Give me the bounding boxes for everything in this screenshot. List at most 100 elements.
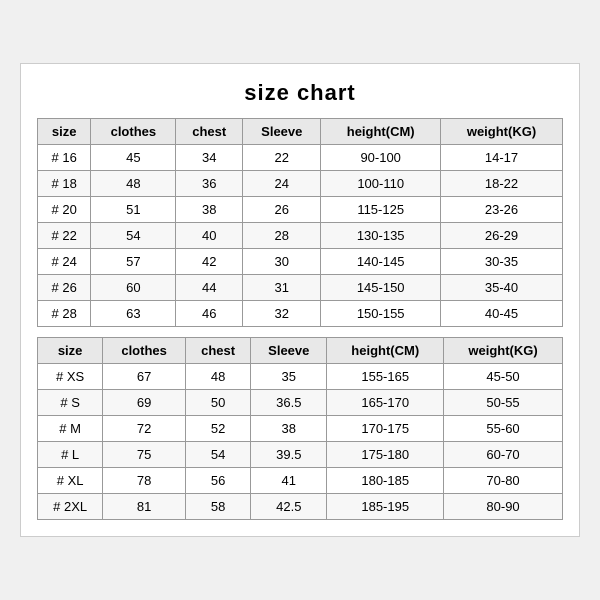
table-cell: # L <box>38 442 103 468</box>
size-table-2: sizeclotheschestSleeveheight(CM)weight(K… <box>37 337 563 520</box>
table-cell: 35 <box>251 364 327 390</box>
table-cell: 42 <box>176 249 243 275</box>
table-cell: 145-150 <box>321 275 441 301</box>
table-cell: 57 <box>91 249 176 275</box>
table-cell: 23-26 <box>441 197 563 223</box>
table-cell: # 26 <box>38 275 91 301</box>
chart-title: size chart <box>37 80 563 106</box>
column-header: clothes <box>91 119 176 145</box>
table-cell: # XL <box>38 468 103 494</box>
table-cell: 24 <box>243 171 321 197</box>
table-cell: 67 <box>103 364 186 390</box>
table-cell: 28 <box>243 223 321 249</box>
column-header: chest <box>185 338 250 364</box>
table-cell: # S <box>38 390 103 416</box>
table-cell: 75 <box>103 442 186 468</box>
column-header: height(CM) <box>321 119 441 145</box>
table-row: # 18483624100-11018-22 <box>38 171 563 197</box>
column-header: size <box>38 119 91 145</box>
table-row: # 2XL815842.5185-19580-90 <box>38 494 563 520</box>
table-cell: 14-17 <box>441 145 563 171</box>
column-header: Sleeve <box>251 338 327 364</box>
table-cell: 52 <box>185 416 250 442</box>
table-cell: 42.5 <box>251 494 327 520</box>
table-row: # S695036.5165-17050-55 <box>38 390 563 416</box>
table-cell: 30-35 <box>441 249 563 275</box>
column-header: Sleeve <box>243 119 321 145</box>
table-cell: 69 <box>103 390 186 416</box>
table-cell: 22 <box>243 145 321 171</box>
table1-header: sizeclotheschestSleeveheight(CM)weight(K… <box>38 119 563 145</box>
table-cell: 26-29 <box>441 223 563 249</box>
table-row: # M725238170-17555-60 <box>38 416 563 442</box>
table-cell: 32 <box>243 301 321 327</box>
table-cell: 38 <box>251 416 327 442</box>
table-row: # 26604431145-15035-40 <box>38 275 563 301</box>
table-row: # XL785641180-18570-80 <box>38 468 563 494</box>
table-row: # 24574230140-14530-35 <box>38 249 563 275</box>
table-cell: # 22 <box>38 223 91 249</box>
table-cell: 45-50 <box>444 364 563 390</box>
table-cell: 58 <box>185 494 250 520</box>
table-cell: 39.5 <box>251 442 327 468</box>
table-cell: 155-165 <box>327 364 444 390</box>
table-cell: 36 <box>176 171 243 197</box>
table-cell: # 2XL <box>38 494 103 520</box>
table-cell: 55-60 <box>444 416 563 442</box>
table-row: # L755439.5175-18060-70 <box>38 442 563 468</box>
table-cell: 60-70 <box>444 442 563 468</box>
table-cell: # 16 <box>38 145 91 171</box>
table-cell: 40 <box>176 223 243 249</box>
table-row: # 1645342290-10014-17 <box>38 145 563 171</box>
table-cell: # 24 <box>38 249 91 275</box>
table-cell: # 18 <box>38 171 91 197</box>
table-cell: 48 <box>185 364 250 390</box>
table-cell: 40-45 <box>441 301 563 327</box>
column-header: clothes <box>103 338 186 364</box>
table-cell: 30 <box>243 249 321 275</box>
table-cell: # 20 <box>38 197 91 223</box>
table-cell: 170-175 <box>327 416 444 442</box>
column-header: chest <box>176 119 243 145</box>
table-cell: 175-180 <box>327 442 444 468</box>
table-cell: 51 <box>91 197 176 223</box>
table-cell: 60 <box>91 275 176 301</box>
table-cell: 44 <box>176 275 243 301</box>
table-cell: 48 <box>91 171 176 197</box>
table-cell: 56 <box>185 468 250 494</box>
table-cell: 45 <box>91 145 176 171</box>
table-cell: 34 <box>176 145 243 171</box>
table-cell: 18-22 <box>441 171 563 197</box>
table-cell: 50 <box>185 390 250 416</box>
table2-header-row: sizeclotheschestSleeveheight(CM)weight(K… <box>38 338 563 364</box>
column-header: weight(KG) <box>441 119 563 145</box>
table-cell: 140-145 <box>321 249 441 275</box>
table-cell: # M <box>38 416 103 442</box>
table-row: # XS674835155-16545-50 <box>38 364 563 390</box>
table-cell: 81 <box>103 494 186 520</box>
table-cell: 36.5 <box>251 390 327 416</box>
table-cell: 26 <box>243 197 321 223</box>
table-cell: 90-100 <box>321 145 441 171</box>
table-cell: 31 <box>243 275 321 301</box>
table-cell: 150-155 <box>321 301 441 327</box>
table-cell: 100-110 <box>321 171 441 197</box>
table-row: # 28634632150-15540-45 <box>38 301 563 327</box>
table-cell: 38 <box>176 197 243 223</box>
table-cell: 80-90 <box>444 494 563 520</box>
table-cell: 165-170 <box>327 390 444 416</box>
size-chart-card: size chart sizeclotheschestSleeveheight(… <box>20 63 580 537</box>
table-cell: 78 <box>103 468 186 494</box>
table-cell: 70-80 <box>444 468 563 494</box>
table-cell: 185-195 <box>327 494 444 520</box>
table-cell: 54 <box>185 442 250 468</box>
table2-header: sizeclotheschestSleeveheight(CM)weight(K… <box>38 338 563 364</box>
table-cell: # 28 <box>38 301 91 327</box>
column-header: weight(KG) <box>444 338 563 364</box>
table-cell: 115-125 <box>321 197 441 223</box>
table-cell: 130-135 <box>321 223 441 249</box>
size-table-1: sizeclotheschestSleeveheight(CM)weight(K… <box>37 118 563 327</box>
table-cell: # XS <box>38 364 103 390</box>
table-cell: 72 <box>103 416 186 442</box>
table-cell: 46 <box>176 301 243 327</box>
